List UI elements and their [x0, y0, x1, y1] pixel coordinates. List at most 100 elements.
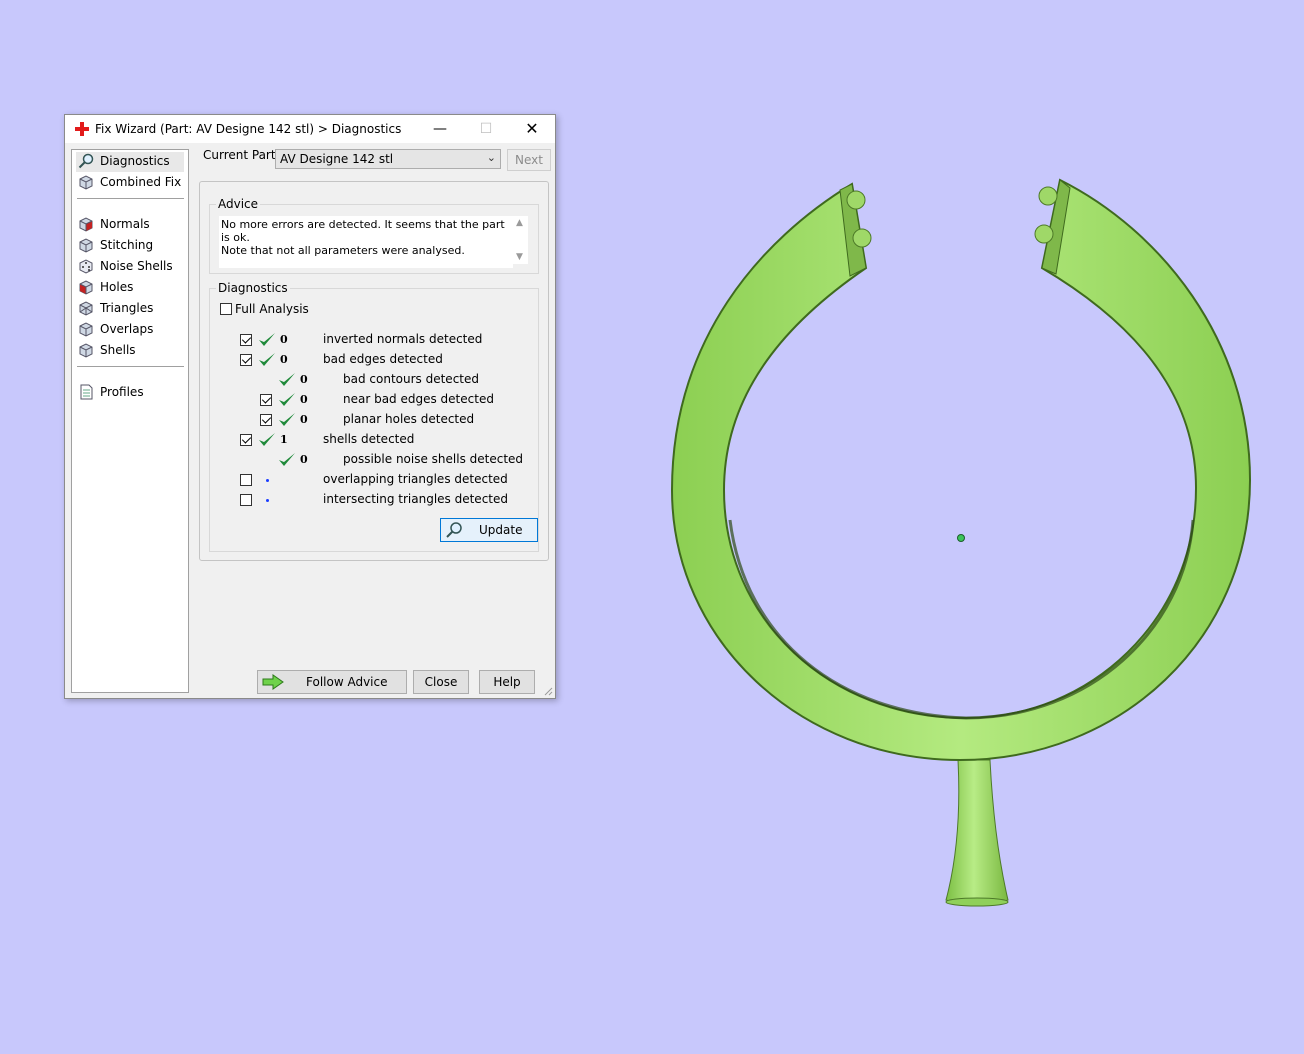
- diagnostic-count: 0: [280, 333, 288, 346]
- check-mark-icon: [279, 453, 295, 466]
- nav-item-shells[interactable]: Shells: [76, 341, 184, 361]
- nav-divider: [77, 198, 184, 199]
- diagnostic-count: 0: [300, 393, 308, 406]
- nav-item-overlaps[interactable]: Overlaps: [76, 320, 184, 340]
- window-title: Fix Wizard (Part: AV Designe 142 stl) > …: [95, 122, 402, 136]
- nav-item-label: Noise Shells: [100, 259, 173, 273]
- red-cross-icon: [75, 122, 89, 136]
- nav-item-label: Stitching: [100, 238, 154, 252]
- diagnostic-label: planar holes detected: [343, 412, 475, 426]
- nav-item-label: Normals: [100, 217, 150, 231]
- cube-red-icon: [79, 280, 93, 295]
- diagnostic-checkbox[interactable]: [240, 474, 252, 486]
- current-part-label: Current Part:: [203, 148, 280, 162]
- fix-wizard-dialog: Fix Wizard (Part: AV Designe 142 stl) > …: [64, 114, 556, 699]
- close-window-button[interactable]: ✕: [509, 115, 555, 143]
- next-button[interactable]: Next: [507, 149, 551, 171]
- check-mark-icon: [279, 393, 295, 406]
- diagnostic-label: intersecting triangles detected: [323, 492, 508, 506]
- nav-item-triangles[interactable]: Triangles: [76, 299, 184, 319]
- diagnostic-checkbox[interactable]: [240, 334, 252, 346]
- scroll-up-icon[interactable]: ▲: [516, 218, 523, 228]
- nav-item-label: Holes: [100, 280, 134, 294]
- diagnostic-label: near bad edges detected: [343, 392, 494, 406]
- magnifier-icon: [78, 153, 94, 169]
- diagnostic-count: 0: [300, 413, 308, 426]
- nav-item-stitching[interactable]: Stitching: [76, 236, 184, 256]
- stem-shape: [945, 759, 1009, 906]
- full-analysis-checkbox[interactable]: [220, 303, 232, 315]
- cube-icon: [79, 175, 93, 190]
- check-mark-icon: [279, 373, 295, 386]
- minimize-button[interactable]: —: [417, 115, 463, 143]
- nav-item-diagnostics[interactable]: Diagnostics: [76, 152, 184, 172]
- triangle-icon: [79, 301, 93, 316]
- nav-item-profiles[interactable]: Profiles: [76, 383, 184, 403]
- cube-icon: [79, 343, 93, 358]
- title-bar[interactable]: Fix Wizard (Part: AV Designe 142 stl) > …: [65, 115, 555, 143]
- check-mark-icon: [259, 353, 275, 366]
- diagnostic-count: 0: [300, 453, 308, 466]
- full-analysis-label: Full Analysis: [235, 302, 309, 316]
- maximize-button[interactable]: ☐: [463, 115, 509, 143]
- nav-divider: [77, 366, 184, 367]
- diagnostic-checkbox[interactable]: [260, 394, 272, 406]
- nav-item-label: Combined Fix: [100, 175, 182, 189]
- nav-item-combined-fix[interactable]: Combined Fix: [76, 173, 184, 193]
- dice-icon: [79, 259, 93, 274]
- diagnostics-title: Diagnostics: [216, 281, 290, 295]
- follow-advice-label: Follow Advice: [306, 675, 388, 689]
- diagnostic-label: inverted normals detected: [323, 332, 483, 346]
- current-part-select[interactable]: AV Designe 142 stl ⌄: [275, 149, 501, 169]
- diagnostic-label: overlapping triangles detected: [323, 472, 508, 486]
- advice-scrollbar[interactable]: ▲ ▼: [512, 216, 528, 264]
- nav-item-label: Overlaps: [100, 322, 154, 336]
- close-button[interactable]: Close: [413, 670, 469, 694]
- advice-line: No more errors are detected. It seems th…: [221, 218, 505, 244]
- cube-red-icon: [79, 217, 93, 232]
- diagnostic-count: 1: [280, 433, 288, 446]
- wizard-nav: Diagnostics Combined Fix Normals Stitchi…: [71, 149, 189, 693]
- cube-icon: [79, 238, 93, 253]
- diagnostic-checkbox[interactable]: [240, 354, 252, 366]
- nav-item-label: Shells: [100, 343, 136, 357]
- check-mark-icon: [259, 333, 275, 346]
- advice-title: Advice: [216, 197, 261, 211]
- document-icon: [80, 384, 93, 400]
- diagnostic-label: bad contours detected: [343, 372, 479, 386]
- advice-text: No more errors are detected. It seems th…: [219, 216, 513, 268]
- diagnostics-group: Diagnostics Full Analysis 0 inverted norm…: [209, 281, 539, 552]
- follow-advice-button[interactable]: Follow Advice: [257, 670, 407, 694]
- diagnostics-panel: Advice No more errors are detected. It s…: [199, 181, 549, 561]
- pending-dot-icon: [266, 479, 269, 482]
- scroll-down-icon[interactable]: ▼: [516, 252, 523, 262]
- nav-item-label: Profiles: [100, 385, 144, 399]
- current-part-value: AV Designe 142 stl: [280, 152, 394, 166]
- nav-item-noise-shells[interactable]: Noise Shells: [76, 257, 184, 277]
- update-label: Update: [479, 523, 523, 537]
- diagnostic-checkbox[interactable]: [240, 434, 252, 446]
- resize-grip-icon[interactable]: [543, 686, 553, 696]
- check-mark-icon: [279, 413, 295, 426]
- nav-item-holes[interactable]: Holes: [76, 278, 184, 298]
- chevron-down-icon: ⌄: [486, 151, 496, 164]
- ring-band: [670, 178, 1252, 762]
- diagnostic-count: 0: [300, 373, 308, 386]
- diagnostic-checkbox[interactable]: [240, 494, 252, 506]
- help-button[interactable]: Help: [479, 670, 535, 694]
- magnifier-icon: [446, 522, 462, 538]
- update-button[interactable]: Update: [440, 518, 538, 542]
- nav-item-label: Triangles: [100, 301, 154, 315]
- nav-item-label: Diagnostics: [100, 154, 170, 168]
- pending-dot-icon: [266, 499, 269, 502]
- rotation-center-marker: [957, 534, 965, 542]
- diagnostic-label: possible noise shells detected: [343, 452, 524, 466]
- diagnostic-count: 0: [280, 353, 288, 366]
- diagnostic-checkbox[interactable]: [260, 414, 272, 426]
- arrow-right-icon: [262, 674, 284, 690]
- check-mark-icon: [259, 433, 275, 446]
- diagnostic-label: shells detected: [323, 432, 415, 446]
- nav-item-normals[interactable]: Normals: [76, 215, 184, 235]
- advice-group: Advice No more errors are detected. It s…: [209, 197, 539, 274]
- advice-line: Note that not all parameters were analys…: [221, 244, 465, 257]
